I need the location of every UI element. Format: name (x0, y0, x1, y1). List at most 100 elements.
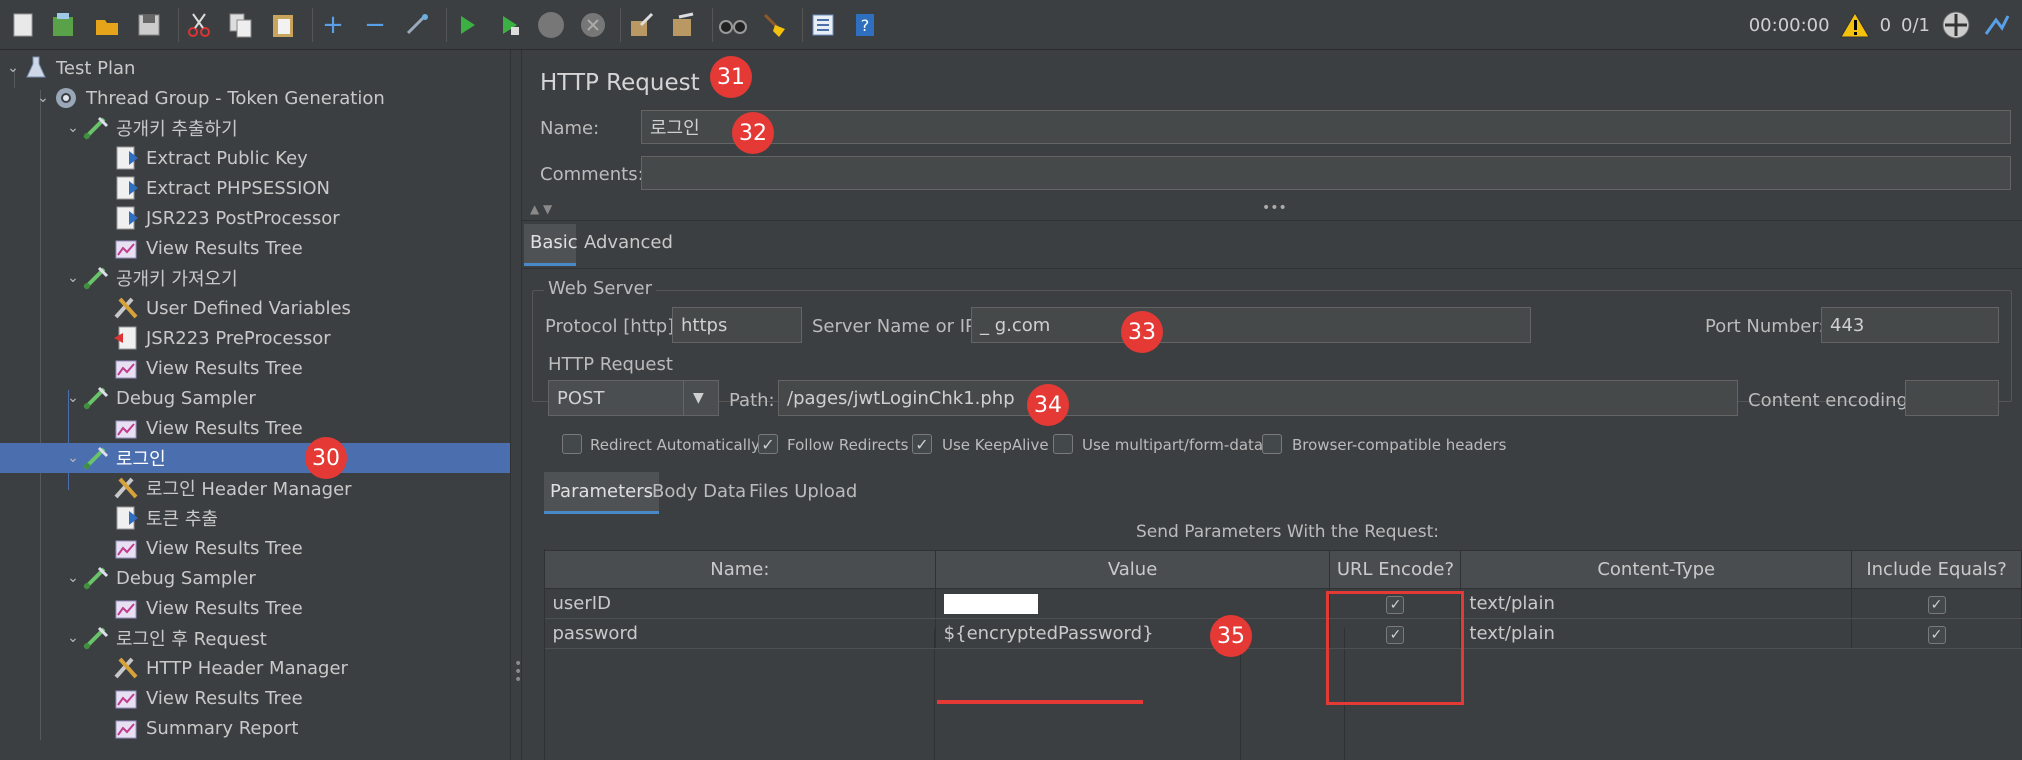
shutdown-icon[interactable] (576, 8, 610, 42)
start-icon[interactable] (450, 8, 484, 42)
tree-item[interactable]: ⌄ Debug Sampler (0, 563, 510, 593)
server-name-field[interactable]: _ g.com (971, 307, 1531, 343)
param-name[interactable]: password (544, 618, 936, 649)
tree-item[interactable]: View Results Tree (0, 683, 510, 713)
tree-item[interactable]: 로그인 Header Manager (0, 473, 510, 503)
clear-icon[interactable] (624, 8, 658, 42)
remote-engines-icon[interactable] (1940, 9, 1972, 41)
method-select[interactable]: POST (548, 380, 684, 416)
clear-all-icon[interactable] (666, 8, 700, 42)
tree-item[interactable]: View Results Tree (0, 233, 510, 263)
splitter-handle[interactable]: ••• (1262, 200, 1287, 216)
copy-icon[interactable] (224, 8, 258, 42)
param-value[interactable] (935, 588, 1331, 619)
tree-item[interactable]: Summary Report (0, 713, 510, 743)
chevron-down-icon[interactable]: ⌄ (4, 60, 22, 76)
help-icon[interactable]: ? (848, 8, 882, 42)
open-icon[interactable] (90, 8, 124, 42)
method-dropdown-arrow[interactable]: ▼ (683, 380, 719, 416)
reset-search-icon[interactable] (758, 8, 792, 42)
collapse-icon[interactable]: − (358, 8, 392, 42)
tree-item[interactable]: ⌄ Thread Group - Token Generation (0, 83, 510, 113)
use-keepalive-checkbox[interactable]: ✓ (912, 434, 932, 454)
cut-icon[interactable] (182, 8, 216, 42)
tree-item[interactable]: ⌄ 로그인 (0, 443, 510, 473)
subtab-files-upload[interactable]: Files Upload (749, 481, 857, 502)
use-multipart-checkbox[interactable] (1053, 434, 1073, 454)
parameters-table: Name: Value URL Encode? Content-Type Inc… (544, 550, 2022, 649)
chevron-down-icon[interactable]: ⌄ (34, 90, 52, 106)
chevron-down-icon[interactable]: ⌄ (64, 630, 82, 646)
tree-item-label: View Results Tree (146, 597, 303, 619)
chevron-down-icon[interactable]: ⌄ (64, 390, 82, 406)
content-encoding-field[interactable] (1905, 380, 1999, 416)
include-equals-checkbox[interactable]: ✓ (1927, 596, 1946, 614)
stop-icon[interactable] (534, 8, 568, 42)
templates-icon[interactable] (46, 8, 80, 42)
param-value[interactable]: ${encryptedPassword} (935, 618, 1331, 649)
tree-item[interactable]: View Results Tree (0, 413, 510, 443)
chevron-down-icon[interactable]: ⌄ (64, 120, 82, 136)
param-content-type[interactable]: text/plain (1460, 618, 1853, 649)
collapse-arrows[interactable]: ▲ ▼ (530, 202, 552, 216)
gear-icon (52, 84, 80, 112)
port-field[interactable]: 443 (1821, 307, 1999, 343)
new-icon[interactable] (6, 8, 40, 42)
search-icon[interactable] (716, 8, 750, 42)
comments-field[interactable] (641, 156, 2011, 190)
name-field[interactable]: 로그인 (641, 110, 2011, 144)
chevron-down-icon[interactable]: ⌄ (64, 570, 82, 586)
subtab-body-data[interactable]: Body Data (652, 481, 746, 502)
browser-compatible-checkbox[interactable] (1262, 434, 1282, 454)
chevron-down-icon[interactable]: ⌄ (64, 450, 82, 466)
tree-item[interactable]: Extract Public Key (0, 143, 510, 173)
tree-item[interactable]: ⌄ 로그인 후 Request (0, 623, 510, 653)
protocol-field[interactable]: https (672, 307, 802, 343)
tree-item[interactable]: ⌄ Debug Sampler (0, 383, 510, 413)
tree-item[interactable]: ⌄ Test Plan (0, 53, 510, 83)
chevron-down-icon[interactable]: ⌄ (64, 270, 82, 286)
col-header-include-equals[interactable]: Include Equals? (1851, 550, 2022, 589)
col-header-value[interactable]: Value (934, 550, 1331, 589)
expand-icon[interactable]: + (316, 8, 350, 42)
save-icon[interactable] (132, 8, 166, 42)
include-equals-cell[interactable]: ✓ (1851, 588, 2022, 619)
redirect-automatically-checkbox[interactable] (562, 434, 582, 454)
split-pane-divider[interactable]: • • • (510, 50, 522, 760)
annotation-badge-31: 31 (710, 56, 752, 98)
toggle-icon[interactable] (400, 8, 434, 42)
tree-item[interactable]: JSR223 PreProcessor (0, 323, 510, 353)
tree-item[interactable]: View Results Tree (0, 593, 510, 623)
table-row[interactable]: userID ✓ text/plain ✓ (544, 588, 2022, 619)
tree-item[interactable]: JSR223 PostProcessor (0, 203, 510, 233)
path-field[interactable]: /pages/jwtLoginChk1.php (778, 380, 1738, 416)
col-header-content-type[interactable]: Content-Type (1460, 550, 1853, 589)
include-equals-checkbox[interactable]: ✓ (1927, 626, 1946, 644)
tree-item[interactable]: ⌄ 공개키 가져오기 (0, 263, 510, 293)
function-helper-icon[interactable] (806, 8, 840, 42)
col-header-name[interactable]: Name: (544, 550, 936, 589)
param-name[interactable]: userID (544, 588, 936, 619)
include-equals-cell[interactable]: ✓ (1851, 618, 2022, 649)
paste-icon[interactable] (266, 8, 300, 42)
tree-item[interactable]: 토큰 추출 (0, 503, 510, 533)
tab-advanced[interactable]: Advanced (584, 232, 673, 253)
warning-icon[interactable] (1839, 11, 1870, 39)
start-no-pause-icon[interactable] (492, 8, 526, 42)
col-header-url-encode[interactable]: URL Encode? (1329, 550, 1462, 589)
tree-item[interactable]: HTTP Header Manager (0, 653, 510, 683)
param-content-type[interactable]: text/plain (1460, 588, 1853, 619)
tree-item[interactable]: User Defined Variables (0, 293, 510, 323)
subtab-parameters[interactable]: Parameters (544, 472, 660, 514)
http-request-panel: HTTP Request Name: 로그인 Comments: ▲ ▼ •••… (522, 50, 2022, 760)
tree-item[interactable]: View Results Tree (0, 353, 510, 383)
follow-redirects-checkbox[interactable]: ✓ (758, 434, 778, 454)
subtab-files-upload-label: Files Upload (749, 481, 858, 502)
tree-item[interactable]: View Results Tree (0, 533, 510, 563)
tree-item[interactable]: ⌄ 공개키 추출하기 (0, 113, 510, 143)
table-row[interactable]: password ${encryptedPassword} ✓ text/pla… (544, 618, 2022, 649)
tree-item[interactable]: Extract PHPSESSION (0, 173, 510, 203)
logger-icon[interactable] (1982, 10, 2012, 40)
config-icon (112, 654, 140, 682)
tab-basic[interactable]: Basic (524, 224, 578, 266)
